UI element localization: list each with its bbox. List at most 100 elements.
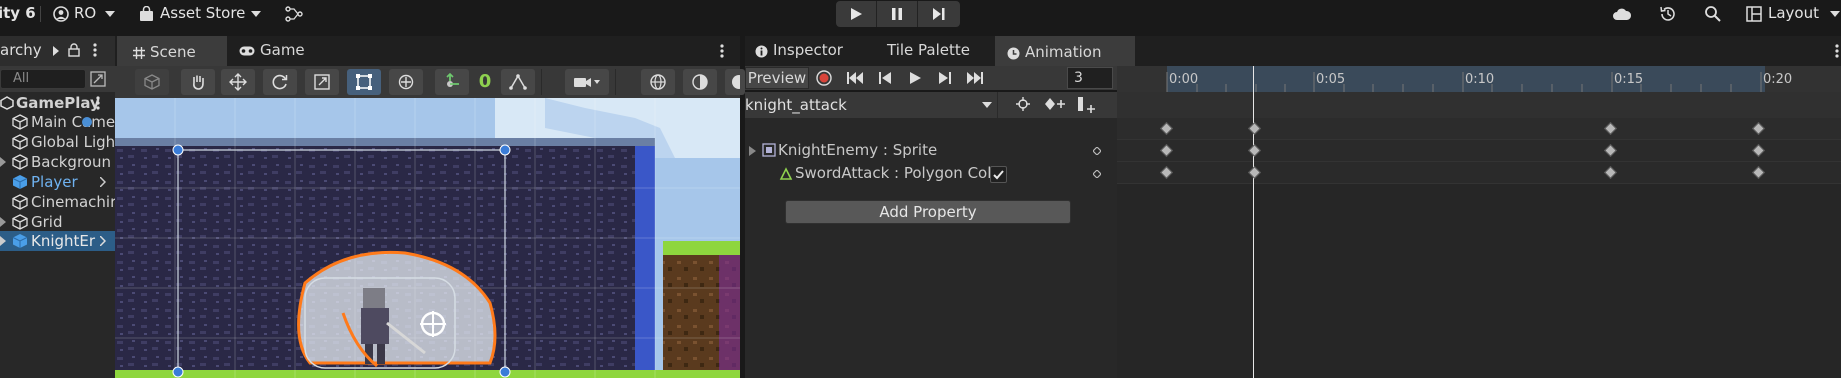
divider (615, 69, 616, 95)
pause-button[interactable] (877, 1, 918, 27)
next-keyframe-button[interactable] (932, 67, 958, 89)
item-label: Cinemachir (31, 193, 115, 211)
hierarchy-item-knight-enemy[interactable]: KnightEr (0, 231, 115, 251)
expand-arrow-icon[interactable] (749, 146, 756, 156)
tab-inspector[interactable]: Inspector (755, 36, 865, 66)
hierarchy-item-grid[interactable]: Grid (0, 212, 115, 232)
pivot-toggle[interactable] (435, 69, 469, 95)
keyframe-diamond-icon[interactable] (1093, 170, 1101, 178)
add-property-button[interactable]: Add Property (785, 200, 1071, 224)
expand-arrow-icon[interactable] (0, 236, 6, 246)
expand-arrow-icon[interactable] (0, 157, 6, 167)
filter-by-selection-button[interactable] (1015, 96, 1035, 114)
more-icon[interactable] (720, 44, 724, 58)
clock-icon (1007, 47, 1020, 60)
property-row-sprite[interactable]: KnightEnemy : Sprite (745, 140, 1117, 162)
gizmos-toggle[interactable] (725, 69, 745, 95)
cube-icon (144, 74, 160, 90)
item-label: Global Ligh (31, 133, 115, 151)
clip-dropdown[interactable]: knight_attack (745, 92, 995, 118)
hierarchy-item-gameplay[interactable]: GamePlay (0, 93, 115, 113)
hierarchy-item-global-light[interactable]: Global Ligh (0, 132, 115, 152)
preview-button[interactable]: Preview (745, 67, 809, 89)
version-control-button[interactable] (283, 4, 305, 24)
skip-forward-icon (967, 72, 983, 84)
camera-dropdown[interactable] (565, 69, 609, 95)
move-tool[interactable] (221, 69, 255, 95)
unity-scene-icon (0, 96, 14, 110)
cloud-icon (1613, 8, 1632, 20)
hierarchy-item-cinemachine[interactable]: Cinemachir (0, 192, 115, 212)
more-icon[interactable] (93, 43, 97, 57)
sphere-icon (732, 75, 740, 89)
animation-timeline[interactable]: 0:00 0:05 0:10 0:15 0:20 (1117, 66, 1841, 378)
last-keyframe-button[interactable] (962, 67, 988, 89)
keyframe-diamond-icon[interactable] (1093, 147, 1101, 155)
item-label: KnightEr (31, 232, 96, 250)
tab-hierarchy[interactable]: archy (0, 36, 115, 66)
record-button[interactable] (811, 67, 837, 89)
transform-tool[interactable] (389, 69, 423, 95)
chevron-down-icon (1830, 11, 1840, 17)
more-icon[interactable] (96, 96, 100, 110)
add-property-label: Add Property (879, 203, 977, 221)
sprite-track[interactable] (1117, 140, 1841, 162)
frame-input[interactable]: 3 (1067, 67, 1113, 89)
more-icon[interactable] (1835, 44, 1839, 58)
scene-canvas (115, 98, 740, 378)
scene-visibility-icon[interactable] (90, 71, 106, 87)
scene-lighting-toggle[interactable] (641, 69, 675, 95)
view-3d-button[interactable] (135, 69, 169, 95)
chevron-right-icon[interactable] (100, 177, 106, 187)
step-forward-icon (939, 72, 951, 84)
history-button[interactable] (1657, 4, 1679, 24)
play-button[interactable] (836, 1, 877, 27)
scale-tool[interactable] (305, 69, 339, 95)
item-label: Main Came (31, 113, 115, 131)
first-keyframe-button[interactable] (842, 67, 868, 89)
add-event-button[interactable] (1075, 96, 1099, 114)
summary-row[interactable] (1117, 118, 1841, 140)
search-placeholder: All (13, 71, 30, 86)
account-dropdown[interactable]: RO (50, 3, 116, 25)
rect-tool[interactable] (347, 69, 381, 95)
previous-keyframe-button[interactable] (872, 67, 898, 89)
tab-tile-palette[interactable]: Tile Palette (887, 36, 997, 66)
hierarchy-search-input[interactable]: All (0, 69, 86, 89)
events-row[interactable] (1117, 92, 1841, 118)
asset-store-dropdown[interactable]: Asset Store (137, 3, 263, 25)
property-row-polygon-collider[interactable]: SwordAttack : Polygon Coll (745, 163, 1117, 185)
grid-snap-button[interactable] (501, 69, 535, 95)
cloud-button[interactable] (1611, 4, 1633, 24)
hierarchy-toolbar: All (0, 66, 115, 92)
search-button[interactable] (1702, 4, 1724, 24)
hierarchy-panel: archy All GamePlay Main Came Global Ligh… (0, 36, 115, 378)
main-toolbar: ity 6 RO Asset Store Layout (0, 0, 1841, 28)
tab-game[interactable]: Game (239, 36, 329, 66)
scene-viewport[interactable] (115, 98, 740, 378)
time-ruler[interactable]: 0:00 0:05 0:10 0:15 0:20 (1117, 66, 1841, 92)
lock-icon[interactable] (68, 43, 80, 57)
tab-tile-palette-label: Tile Palette (887, 41, 970, 59)
animation-play-button[interactable] (902, 67, 928, 89)
layout-dropdown[interactable]: Layout (1746, 3, 1841, 25)
chevron-right-icon[interactable] (53, 46, 59, 56)
rotate-tool[interactable] (263, 69, 297, 95)
add-keyframe-button[interactable] (1043, 96, 1067, 114)
collider-track[interactable] (1117, 162, 1841, 184)
hand-icon (193, 75, 204, 90)
hierarchy-item-player[interactable]: Player (0, 172, 115, 192)
hierarchy-item-background[interactable]: Backgroun (0, 152, 115, 172)
playhead[interactable] (1253, 66, 1254, 378)
shading-mode-toggle[interactable] (683, 69, 717, 95)
checkmark-icon (993, 170, 1004, 180)
tab-scene[interactable]: Scene (117, 36, 227, 66)
step-button[interactable] (918, 1, 959, 27)
tab-animation[interactable]: Animation (995, 36, 1135, 66)
expand-arrow-icon[interactable] (0, 217, 6, 227)
playmode-controls (836, 1, 960, 27)
chevron-right-icon[interactable] (100, 236, 106, 246)
property-enabled-checkbox[interactable] (990, 166, 1007, 183)
hierarchy-item-main-camera[interactable]: Main Came (0, 112, 115, 132)
hand-tool[interactable] (181, 69, 215, 95)
